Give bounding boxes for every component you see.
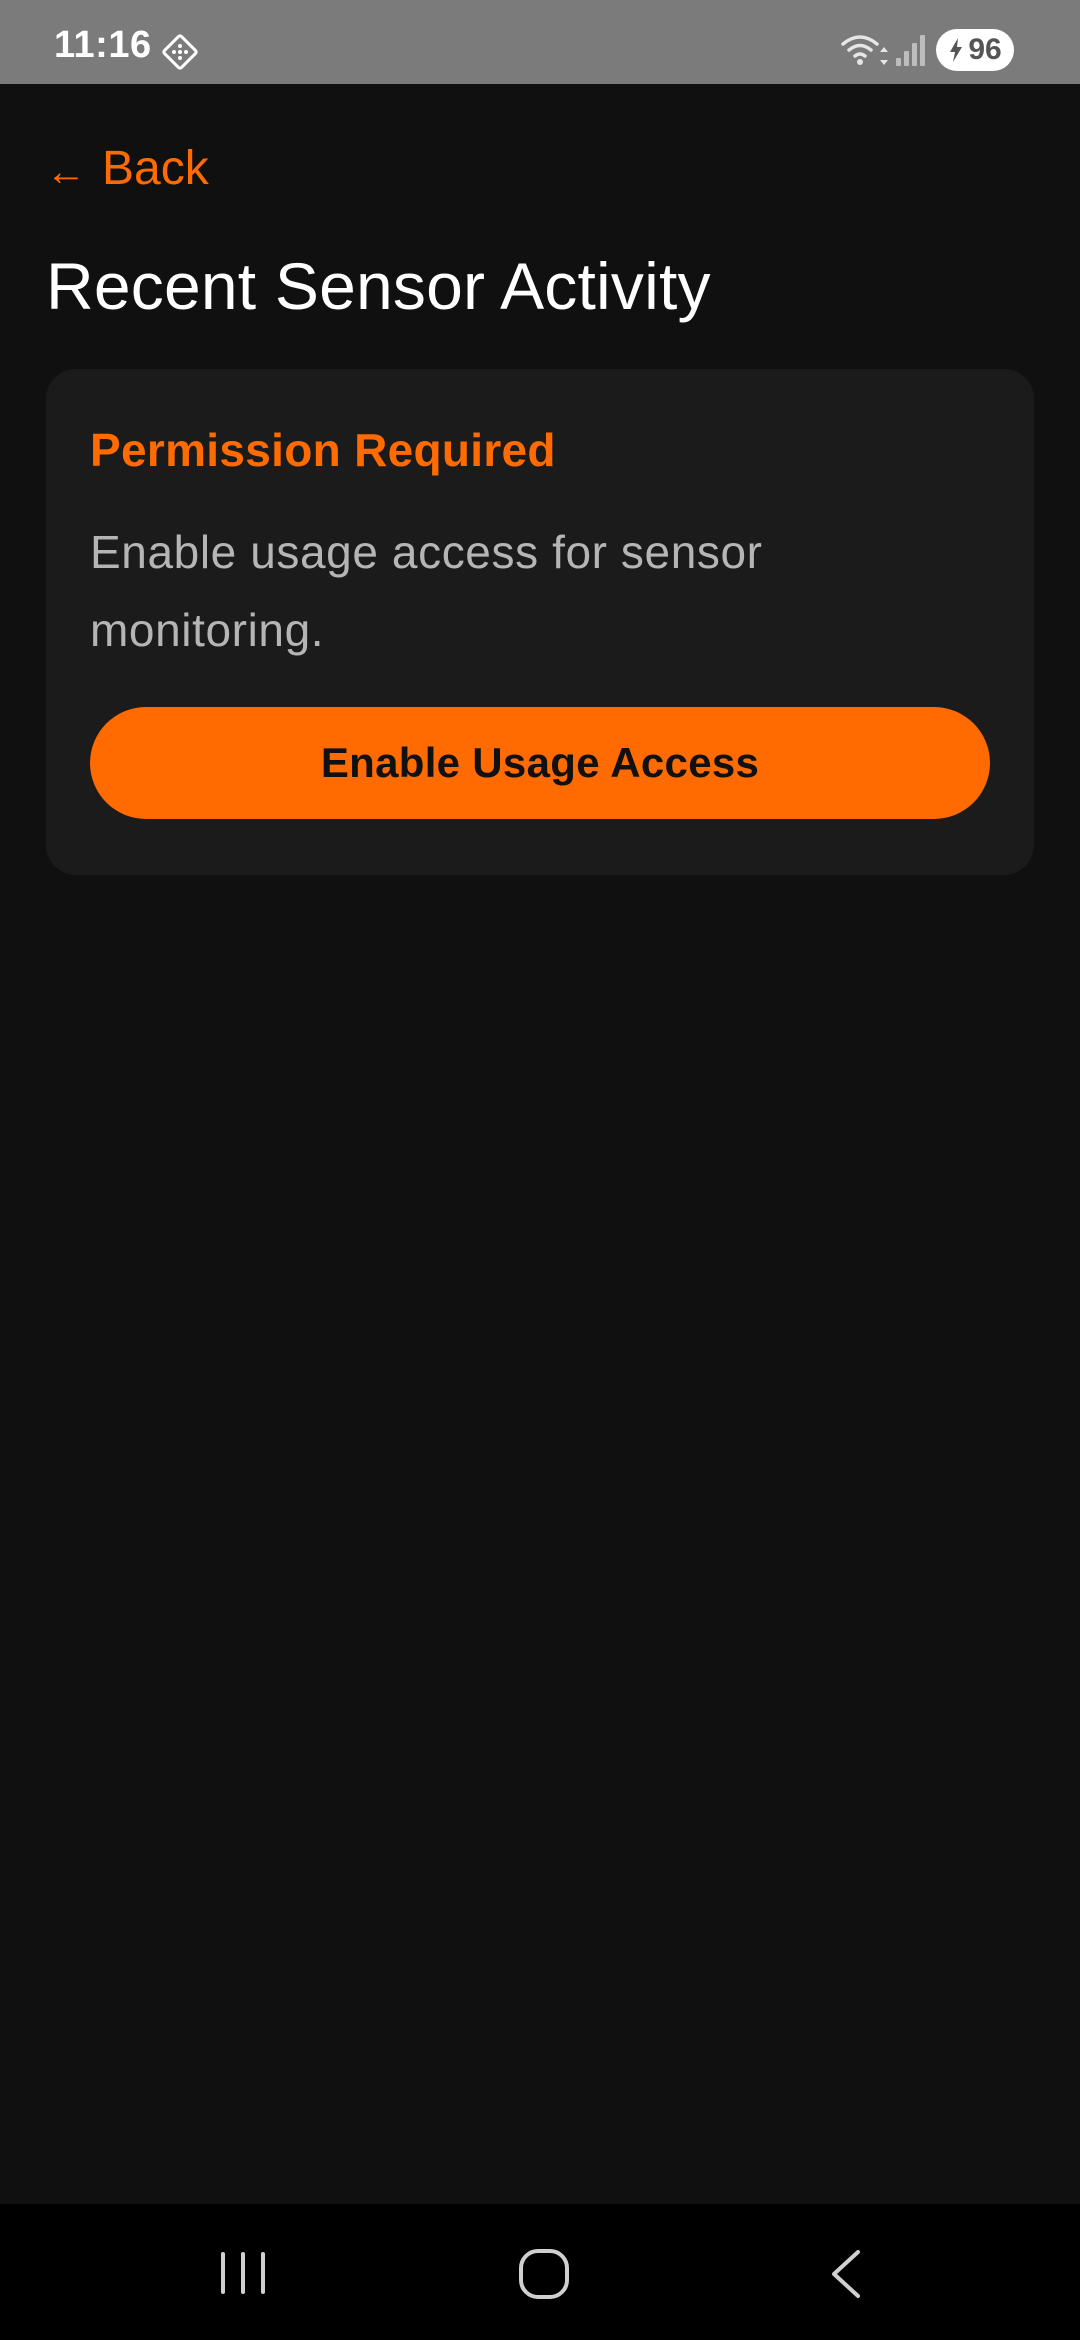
recents-icon[interactable] (215, 2248, 271, 2298)
back-icon[interactable] (824, 2246, 870, 2302)
battery-charging-icon (950, 38, 963, 62)
page-title: Recent Sensor Activity (46, 249, 711, 323)
permission-description: Enable usage access for sensor monitorin… (90, 526, 763, 656)
battery-level: 96 (968, 33, 1002, 66)
status-time: 11:16 (54, 24, 152, 66)
permission-card: Permission Required Enable usage access … (46, 369, 1034, 875)
back-arrow-icon: ← (46, 150, 86, 194)
home-icon[interactable] (516, 2246, 572, 2302)
navigation-bar (0, 2204, 1080, 2340)
permission-title: Permission Required (90, 424, 556, 476)
screen: 11:16 96 ← Back Recent Sensor Activity P… (0, 0, 1080, 2340)
enable-usage-access-button[interactable]: Enable Usage Access (90, 707, 990, 819)
battery-indicator: 96 (936, 29, 1014, 71)
signal-icon (896, 35, 925, 66)
status-bar: 11:16 96 (0, 0, 1080, 84)
wifi-icon (841, 35, 888, 65)
back-label: Back (102, 141, 209, 195)
back-link[interactable]: ← Back (46, 136, 209, 200)
app-notification-icon (162, 34, 198, 70)
